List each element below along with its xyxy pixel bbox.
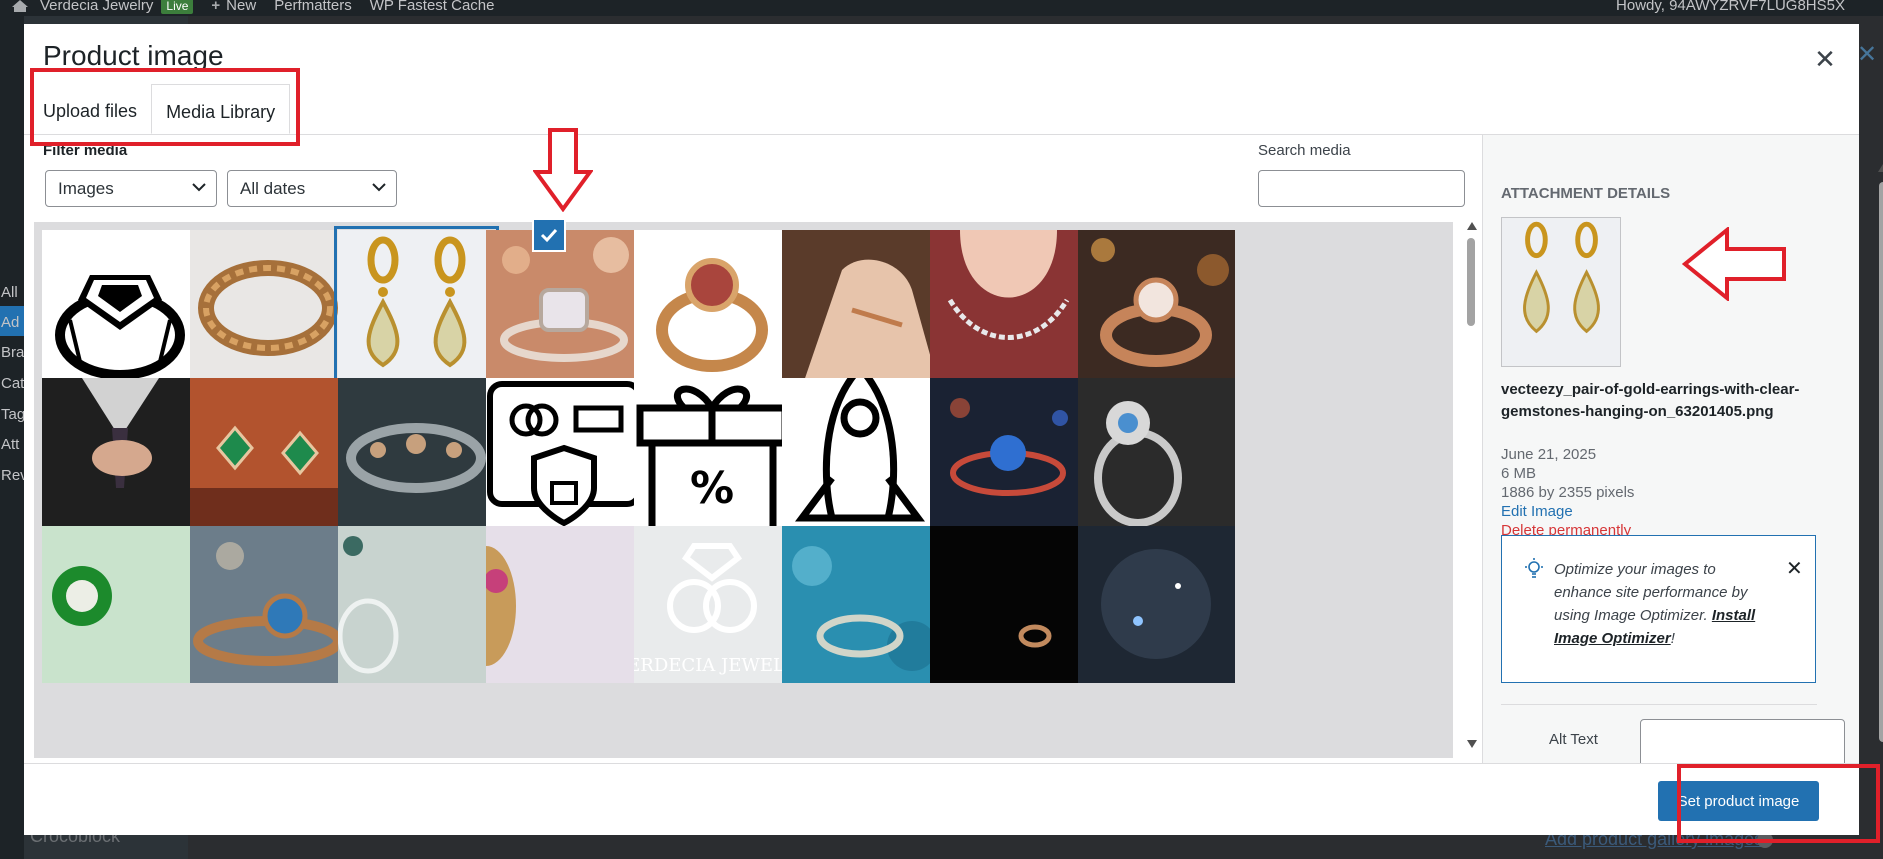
date-filter-select[interactable]: All dates (227, 170, 397, 207)
search-input[interactable] (1258, 170, 1465, 207)
media-item-blue-stone-ring[interactable] (190, 526, 347, 683)
verdecia-logo-text: VERDECIA JEWELRY (634, 655, 791, 676)
media-item-ring-in-dark[interactable] (930, 526, 1087, 683)
details-scrollbar[interactable] (1877, 164, 1883, 760)
media-item-blue-gem-ring-bokeh[interactable] (930, 378, 1087, 535)
annotation-arrow-down (533, 128, 593, 212)
alt-text-field[interactable] (1640, 719, 1845, 763)
media-type-value: Images (58, 179, 114, 198)
chevron-down-icon (372, 183, 386, 192)
media-item-emerald-halo-ring[interactable] (42, 526, 199, 683)
media-item-dark-sparkle-ring[interactable] (1078, 526, 1235, 683)
media-item-man-in-suit-ring[interactable] (42, 378, 199, 535)
media-item-silver-ring-pale[interactable] (338, 526, 495, 683)
home-icon[interactable] (12, 0, 28, 12)
modal-footer-divider (24, 763, 1859, 764)
scroll-thumb[interactable] (1467, 238, 1475, 326)
grid-scrollbar[interactable] (1464, 222, 1480, 758)
media-grid: % VERDECIA JEWELRY (34, 222, 1453, 758)
media-item-ornate-silver-bracelet[interactable] (338, 378, 495, 535)
new-link[interactable]: New (226, 0, 256, 14)
media-item-red-gem-gold-ring[interactable] (634, 230, 791, 387)
media-item-gold-drop-earrings[interactable] (334, 226, 499, 391)
menu-fragment[interactable]: Cat (1, 375, 24, 392)
background-close-icon[interactable]: ✕ (1857, 40, 1877, 69)
date-filter-value: All dates (240, 179, 306, 198)
user-greeting[interactable]: Howdy, 94AWYZRVF7LUG8HS5X (1616, 0, 1845, 14)
media-item-twisted-gold-ring[interactable] (190, 230, 347, 387)
alt-text-label: Alt Text (1549, 731, 1598, 748)
media-item-emerald-earrings[interactable] (190, 378, 347, 535)
scroll-down-arrow[interactable] (1467, 740, 1477, 748)
site-name-link[interactable]: Verdecia Jewelry (40, 0, 153, 14)
menu-fragment[interactable]: Ad (1, 314, 19, 331)
media-item-gift-discount-icon[interactable]: % (634, 378, 791, 535)
search-media-label: Search media (1258, 142, 1351, 159)
media-item-secure-payment-icon[interactable] (486, 378, 643, 535)
notice-close-icon[interactable]: ✕ (1786, 556, 1803, 581)
media-item-rose-gold-ring-bokeh[interactable] (1078, 230, 1235, 387)
media-item-diamond-necklace[interactable] (930, 230, 1087, 387)
admin-bar: Verdecia Jewelry Live + New Perfmatters … (0, 0, 1883, 16)
attachment-preview (1501, 217, 1621, 367)
annotation-arrow-left (1682, 227, 1786, 301)
details-divider (1501, 704, 1817, 705)
selected-checkmark-icon[interactable] (534, 220, 564, 250)
svg-text:%: % (690, 463, 734, 514)
close-icon[interactable]: ✕ (1810, 44, 1840, 74)
media-item-diamond-ring-bokeh[interactable] (486, 230, 643, 387)
attachment-dimensions: 1886 by 2355 pixels (1501, 484, 1635, 501)
annotation-box-button (1677, 764, 1880, 843)
attachment-date: June 21, 2025 (1501, 446, 1597, 463)
wp-fastest-cache-link[interactable]: WP Fastest Cache (370, 0, 495, 14)
media-item-pink-gem-ring[interactable] (486, 526, 643, 683)
media-item-ring-on-blue-glitter[interactable] (782, 526, 939, 683)
notice-suffix: ! (1670, 630, 1675, 647)
attachment-details-panel: Attachment Details vecteezy_pair-of-gold… (1482, 135, 1859, 763)
edit-image-link[interactable]: Edit Image (1501, 503, 1573, 520)
menu-fragment[interactable]: Tag (1, 406, 25, 423)
chevron-down-icon (192, 183, 206, 192)
media-type-select[interactable]: Images (45, 170, 217, 207)
media-item-verdecia-logo[interactable]: VERDECIA JEWELRY (634, 526, 791, 683)
media-item-rocket-icon[interactable] (782, 378, 939, 535)
attachment-details-heading: Attachment Details (1501, 185, 1671, 202)
perfmatters-link[interactable]: Perfmatters (274, 0, 352, 14)
plus-icon[interactable]: + (211, 0, 220, 14)
attachment-size: 6 MB (1501, 465, 1537, 482)
media-item-hand-with-ring[interactable] (782, 230, 939, 387)
notice-text: Optimize your images to enhance site per… (1554, 558, 1774, 650)
scroll-thumb[interactable] (1879, 182, 1883, 742)
menu-fragment[interactable]: Bra (1, 344, 24, 361)
menu-fragment[interactable]: All (1, 284, 18, 301)
lightbulb-icon (1525, 558, 1543, 578)
live-badge: Live (161, 0, 194, 14)
menu-fragment[interactable]: Att (1, 436, 19, 453)
scroll-up-arrow[interactable] (1467, 222, 1477, 230)
image-optimizer-notice: Optimize your images to enhance site per… (1501, 535, 1816, 683)
media-item-silver-halo-ring[interactable] (1078, 378, 1235, 535)
scroll-up-arrow[interactable] (1878, 164, 1883, 172)
annotation-box-tabs (30, 68, 300, 146)
media-item-ring-line-icon[interactable] (42, 230, 199, 387)
attachment-filename: vecteezy_pair-of-gold-earrings-with-clea… (1501, 381, 1800, 420)
